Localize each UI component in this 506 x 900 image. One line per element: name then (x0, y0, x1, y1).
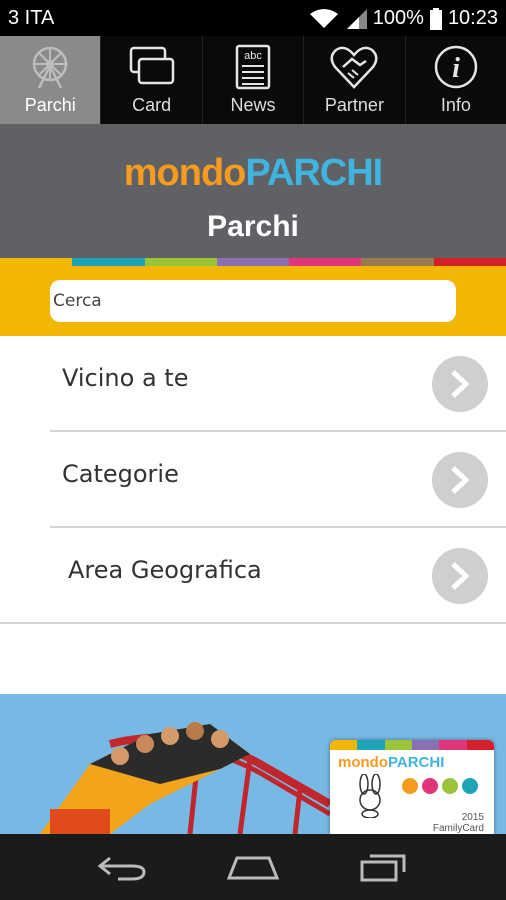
menu-item-vicino-a-te[interactable]: Vicino a te (50, 336, 506, 432)
card-year-number: 2015 (461, 812, 484, 823)
stripe-segment (144, 258, 217, 266)
back-icon[interactable] (98, 852, 148, 882)
system-nav-bar (0, 834, 506, 900)
stripe-segment (361, 258, 434, 266)
status-bar: 3 ITA 100% 10:23 (0, 0, 506, 36)
search-bar (0, 266, 506, 336)
tab-label: Info (440, 95, 471, 115)
tab-card[interactable]: Card (101, 36, 203, 124)
card-logo-parchi: PARCHI (388, 754, 445, 771)
stripe-segment (216, 258, 290, 266)
carrier-label: 3 ITA (8, 7, 55, 29)
logo-parchi: PARCHI (245, 152, 383, 194)
signal-icon (346, 8, 367, 29)
chevron-right-icon (432, 548, 488, 604)
menu-list: Vicino a te Categorie Area Geografica (0, 336, 506, 624)
search-input[interactable] (50, 280, 456, 322)
card-stripe (330, 740, 494, 750)
tab-label: Card (132, 95, 172, 115)
battery-icon (429, 7, 442, 30)
tab-parchi[interactable]: Parchi (0, 36, 102, 124)
family-card-image: mondoPARCHI 2015 FamilyCard (330, 740, 494, 834)
recent-apps-icon[interactable] (358, 852, 408, 882)
logo-mondo: mondo (123, 152, 247, 194)
battery-percent: 100% (372, 7, 424, 29)
svg-text:abc: abc (244, 50, 262, 62)
menu-item-area-geografica[interactable]: Area Geografica (0, 528, 506, 624)
tab-label: Parchi (24, 95, 76, 115)
stripe-segment (433, 258, 506, 266)
card-logo: mondoPARCHI (338, 754, 494, 771)
tab-label: News (230, 95, 276, 115)
tab-bar: Parchi Card abc News Partner i Info (0, 36, 506, 124)
clock: 10:23 (447, 7, 498, 29)
info-icon: i (431, 43, 481, 91)
chevron-right-icon (432, 356, 488, 412)
handshake-heart-icon (329, 43, 379, 91)
rollercoaster-illustration (40, 722, 332, 834)
card-logo-mondo: mondo (338, 754, 388, 771)
stripe-segment (72, 258, 145, 266)
menu-item-label: Area Geografica (68, 556, 262, 584)
chevron-right-icon (432, 452, 488, 508)
app-logo: mondoPARCHI (0, 152, 506, 195)
newspaper-icon: abc (228, 43, 278, 91)
color-stripe (0, 258, 506, 266)
stripe-segment (0, 258, 73, 266)
tab-label: Partner (324, 95, 384, 115)
card-icons (402, 778, 478, 794)
tab-partner[interactable]: Partner (304, 36, 406, 124)
tab-news[interactable]: abc News (203, 36, 305, 124)
card-year: 2015 FamilyCard (433, 812, 484, 834)
promo-banner[interactable]: mondoPARCHI 2015 FamilyCard (0, 694, 506, 834)
rabbit-mascot-icon (359, 774, 381, 818)
home-icon[interactable] (225, 852, 281, 882)
svg-text:i: i (452, 53, 460, 84)
menu-item-label: Vicino a te (62, 364, 189, 392)
page-title: Parchi (207, 210, 299, 243)
cards-icon (127, 43, 177, 91)
page-header: mondoPARCHI Parchi (0, 124, 506, 258)
status-icons: 100% 10:23 (303, 7, 498, 30)
card-type: FamilyCard (432, 823, 484, 834)
menu-item-categorie[interactable]: Categorie (50, 432, 506, 528)
ferris-wheel-icon (25, 43, 75, 91)
stripe-segment (289, 258, 362, 266)
menu-item-label: Categorie (62, 460, 179, 488)
tab-info[interactable]: i Info (406, 36, 506, 124)
wifi-icon (309, 8, 338, 28)
